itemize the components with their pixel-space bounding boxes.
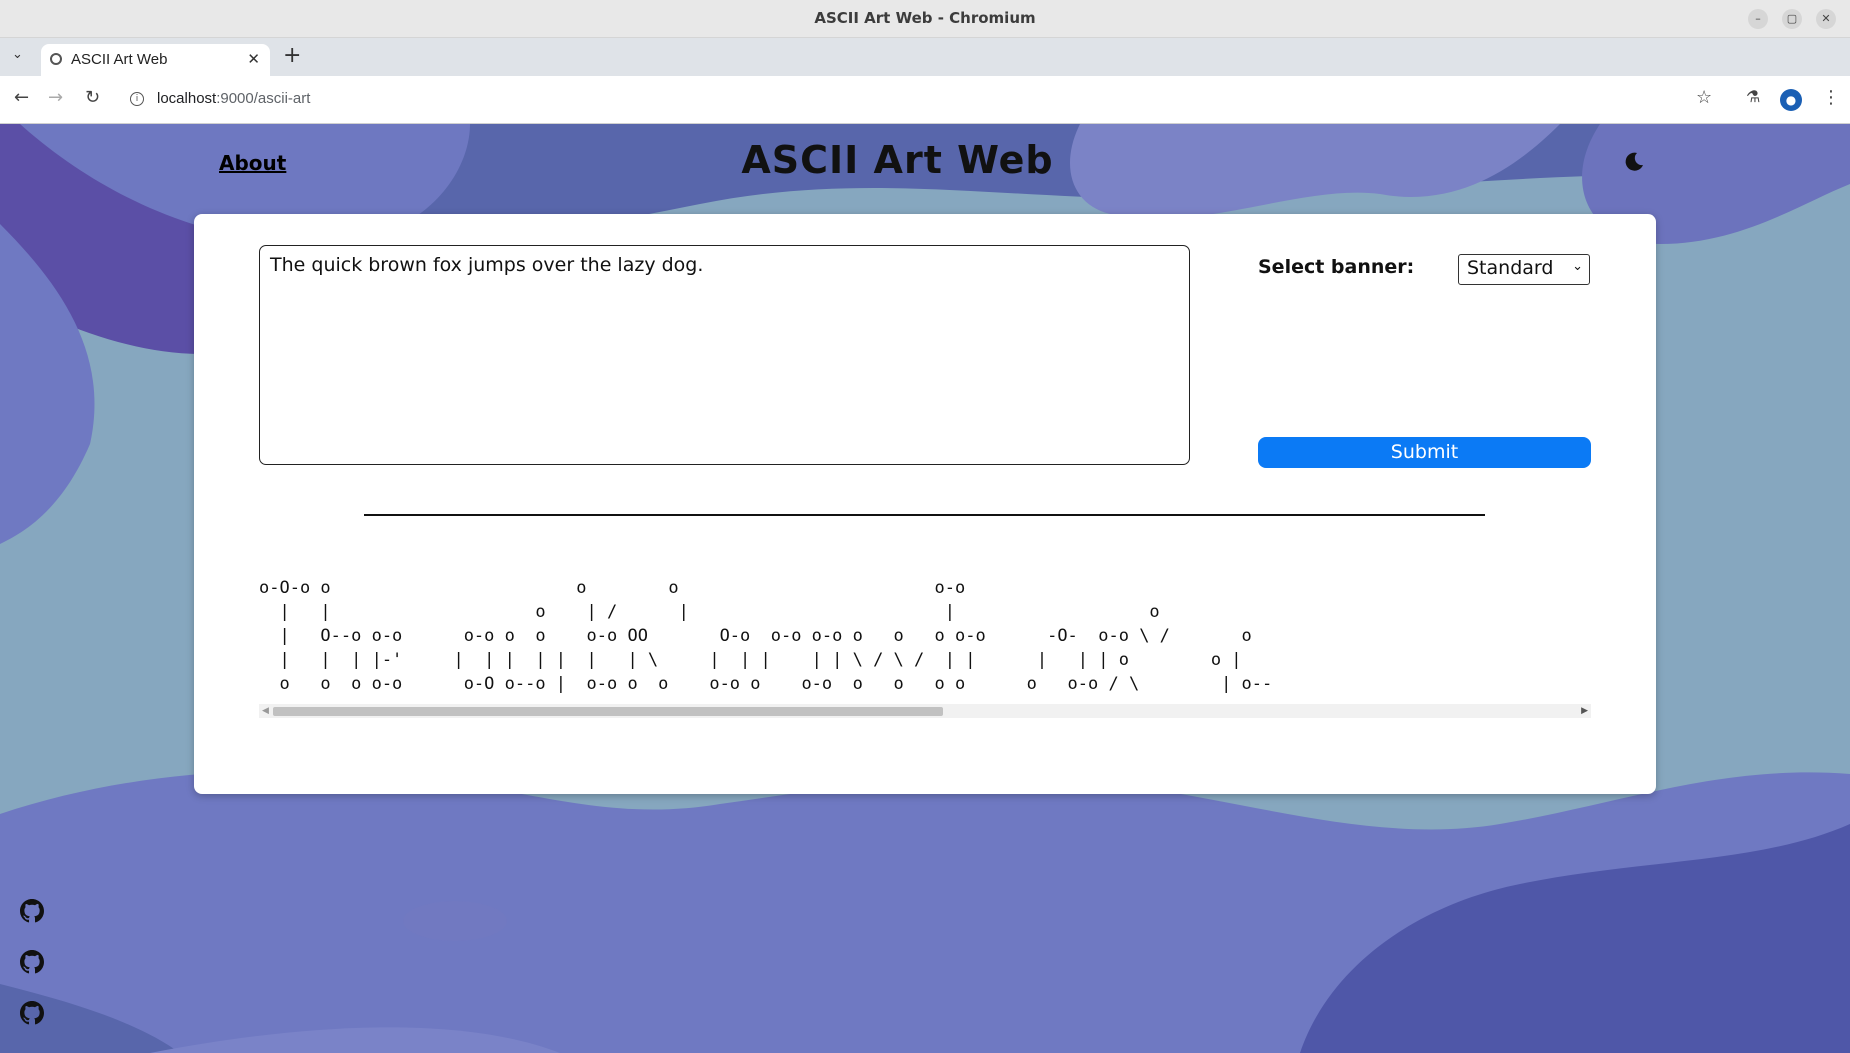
browser-tab[interactable]: ASCII Art Web ✕: [41, 44, 270, 76]
profile-avatar-icon[interactable]: ●: [1780, 89, 1802, 111]
moon-icon[interactable]: [1622, 150, 1646, 174]
tab-close-icon[interactable]: ✕: [247, 50, 260, 68]
ascii-form-card: The quick brown fox jumps over the lazy …: [194, 214, 1656, 794]
window-title: ASCII Art Web - Chromium: [814, 9, 1036, 27]
tab-title: ASCII Art Web: [71, 51, 168, 68]
github-icon[interactable]: [20, 899, 44, 923]
close-window-icon[interactable]: ✕: [1816, 9, 1836, 29]
browser-toolbar: ← → ↻ i localhost:9000/ascii-art ☆ ⚗ ● ⋮: [0, 76, 1850, 124]
page: About ASCII Art Web The quick brown fox …: [0, 124, 1850, 1053]
banner-select[interactable]: Standard ⌄: [1458, 254, 1590, 285]
url-text[interactable]: localhost:9000/ascii-art: [157, 90, 310, 107]
window-controls: – ▢ ✕: [1748, 9, 1836, 29]
tab-bar: ⌄ ASCII Art Web ✕ +: [0, 38, 1850, 76]
scrollbar-thumb[interactable]: [273, 707, 943, 716]
url-host: localhost: [157, 90, 217, 107]
scroll-left-arrow-icon[interactable]: ◀: [262, 704, 269, 718]
maximize-icon[interactable]: ▢: [1782, 9, 1802, 29]
github-icon[interactable]: [20, 950, 44, 974]
github-icon[interactable]: [20, 1001, 44, 1025]
ascii-output-container[interactable]: o-O-o o o o o-o | | o | / | | o | O--o o…: [259, 576, 1591, 696]
menu-kebab-icon[interactable]: ⋮: [1822, 87, 1840, 108]
back-icon[interactable]: ←: [14, 87, 29, 108]
reload-icon[interactable]: ↻: [85, 87, 100, 108]
forward-icon[interactable]: →: [48, 87, 63, 108]
window-titlebar: ASCII Art Web - Chromium – ▢ ✕: [0, 0, 1850, 38]
globe-icon: [50, 53, 62, 65]
site-title: ASCII Art Web: [741, 138, 1054, 182]
chevron-down-icon: ⌄: [1572, 259, 1583, 274]
minimize-icon[interactable]: –: [1748, 9, 1768, 29]
bookmark-star-icon[interactable]: ☆: [1696, 87, 1712, 108]
url-path: :9000/ascii-art: [216, 90, 311, 107]
address-bar[interactable]: i localhost:9000/ascii-art: [125, 86, 1625, 114]
ascii-output: o-O-o o o o o-o | | o | / | | o | O--o o…: [259, 578, 1273, 694]
divider: [364, 514, 1485, 516]
labs-flask-icon[interactable]: ⚗: [1746, 87, 1760, 106]
banner-label: Select banner:: [1258, 256, 1415, 278]
horizontal-scrollbar[interactable]: ◀ ▶: [259, 704, 1591, 718]
footer-links: [20, 899, 44, 1052]
text-input[interactable]: The quick brown fox jumps over the lazy …: [259, 245, 1190, 465]
tab-list-chevron-icon[interactable]: ⌄: [12, 47, 23, 62]
submit-button[interactable]: Submit: [1258, 437, 1591, 468]
banner-selected-value: Standard: [1467, 257, 1554, 279]
new-tab-icon[interactable]: +: [283, 43, 301, 68]
scroll-right-arrow-icon[interactable]: ▶: [1581, 704, 1588, 718]
site-info-icon[interactable]: i: [130, 92, 144, 106]
